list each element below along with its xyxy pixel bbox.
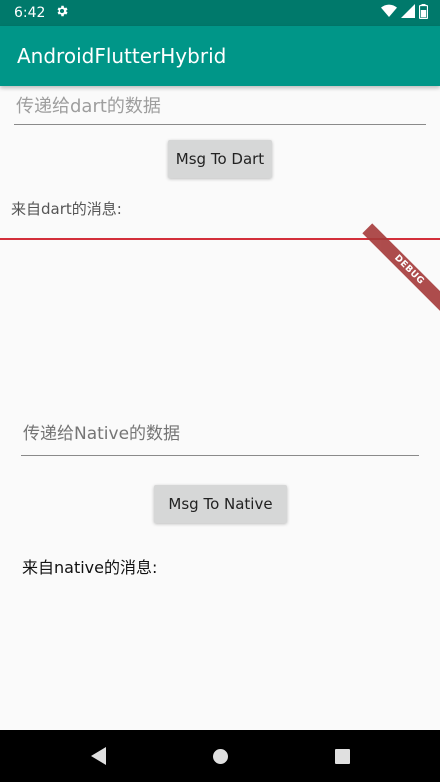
back-icon (90, 747, 106, 765)
status-left: 6:42 (14, 4, 69, 22)
status-right (381, 3, 429, 23)
flutter-to-native-input[interactable] (21, 418, 419, 456)
native-message-label: 来自native的消息: (22, 558, 158, 577)
wifi-icon (381, 4, 397, 22)
app-bar: AndroidFlutterHybrid (0, 26, 440, 86)
status-time: 6:42 (14, 5, 46, 21)
battery-icon (418, 3, 429, 23)
navigation-bar (0, 730, 440, 782)
recents-button[interactable] (281, 730, 403, 782)
native-to-dart-input[interactable] (14, 92, 426, 125)
signal-icon (401, 4, 415, 22)
home-button[interactable] (159, 730, 281, 782)
home-icon (212, 748, 228, 764)
dart-message-label: 来自dart的消息: (11, 200, 122, 218)
gear-icon (55, 4, 69, 22)
msg-to-dart-button[interactable]: Msg To Dart (168, 140, 272, 178)
recents-icon (334, 748, 350, 764)
back-button[interactable] (37, 730, 159, 782)
app-title: AndroidFlutterHybrid (17, 44, 227, 68)
status-bar: 6:42 (0, 0, 440, 26)
msg-to-native-button[interactable]: Msg To Native (154, 485, 287, 523)
